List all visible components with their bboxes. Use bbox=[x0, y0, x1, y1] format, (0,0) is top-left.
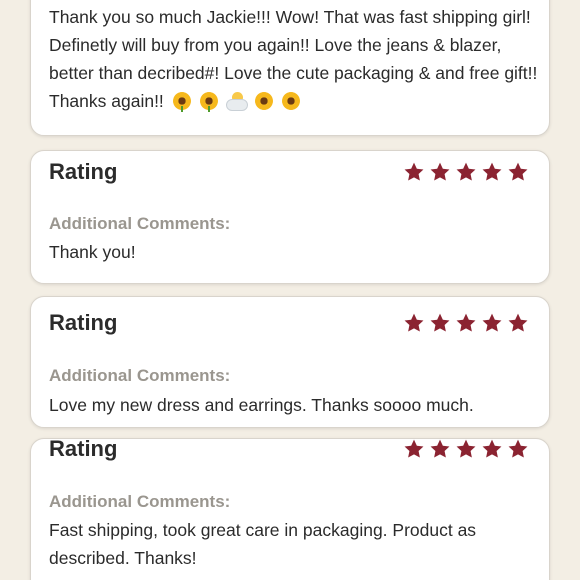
blossom-icon bbox=[255, 92, 274, 110]
star-icon bbox=[455, 312, 477, 334]
additional-comments-label: Additional Comments: bbox=[49, 366, 231, 385]
star-icon bbox=[507, 161, 529, 183]
star-icon bbox=[481, 439, 503, 460]
star-icon bbox=[507, 439, 529, 460]
rating-label: Rating bbox=[49, 310, 118, 335]
comment-text: Love my new dress and earrings. Thanks s… bbox=[49, 395, 474, 415]
star-icon bbox=[403, 161, 425, 183]
sun-behind-cloud-icon bbox=[226, 92, 249, 111]
star-rating bbox=[403, 312, 529, 334]
star-icon bbox=[455, 161, 477, 183]
review-card-1: Thank you so much Jackie!!! Wow! That wa… bbox=[30, 0, 550, 136]
star-icon bbox=[481, 312, 503, 334]
sunflower-icon bbox=[172, 92, 191, 112]
star-icon bbox=[403, 439, 425, 460]
additional-comments-label: Additional Comments: bbox=[49, 492, 231, 511]
additional-comments-label: Additional Comments: bbox=[49, 214, 231, 233]
comment-text: Fast shipping, took great care in packag… bbox=[49, 520, 477, 568]
rating-row: Rating bbox=[49, 438, 529, 462]
rating-row: Rating bbox=[49, 159, 529, 185]
rating-row: Rating bbox=[49, 310, 529, 336]
rating-label: Rating bbox=[49, 438, 118, 461]
rating-label: Rating bbox=[49, 159, 118, 184]
sunflower-icon bbox=[199, 92, 218, 112]
star-icon bbox=[429, 312, 451, 334]
emoji-row bbox=[169, 91, 301, 112]
star-icon bbox=[403, 312, 425, 334]
review-card-4: Rating Additional Comments: Fast shippin… bbox=[30, 438, 550, 580]
review-card-2: Rating Additional Comments: Thank you! bbox=[30, 150, 550, 284]
star-icon bbox=[429, 439, 451, 460]
star-icon bbox=[455, 439, 477, 460]
star-icon bbox=[507, 312, 529, 334]
star-icon bbox=[429, 161, 451, 183]
star-icon bbox=[481, 161, 503, 183]
review-text: Thank you so much Jackie!!! Wow! That wa… bbox=[49, 3, 539, 115]
comment-text: Thank you! bbox=[49, 242, 136, 262]
star-rating bbox=[403, 161, 529, 183]
star-rating bbox=[403, 439, 529, 460]
blossom-icon bbox=[282, 92, 301, 110]
review-card-3: Rating Additional Comments: Love my new … bbox=[30, 296, 550, 428]
